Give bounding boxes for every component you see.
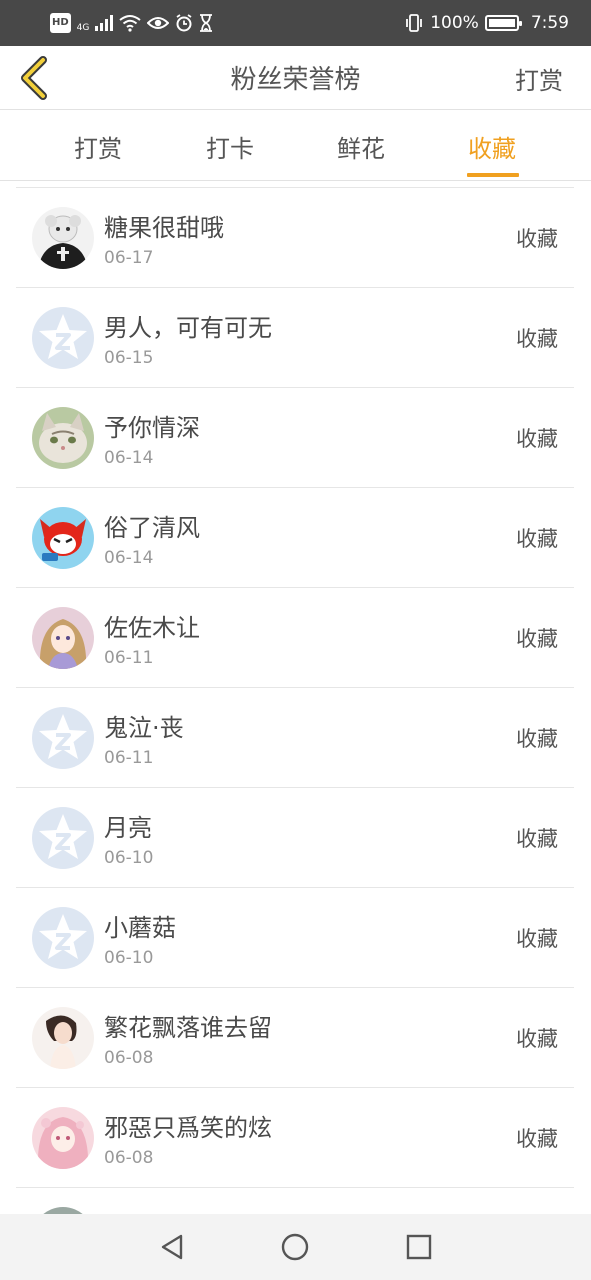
favorite-action-label: 收藏 <box>516 427 558 451</box>
tab-label: 鲜花 <box>337 134 385 163</box>
list-item[interactable]: 俗了清风 06-14 收藏 <box>16 488 574 588</box>
fan-name: 月亮 <box>104 814 152 842</box>
circle-home-icon <box>282 1233 309 1261</box>
favorite-action-label: 收藏 <box>516 727 558 751</box>
back-button[interactable] <box>14 54 54 102</box>
reward-button[interactable]: 打赏 <box>515 46 563 110</box>
default-avatar[interactable] <box>32 907 94 969</box>
favorite-action-label: 收藏 <box>516 627 558 651</box>
list-item[interactable]: 男人，可有可无 06-15 收藏 <box>16 288 574 388</box>
fan-name: 繁花飘落谁去留 <box>104 1014 272 1042</box>
default-avatar[interactable] <box>32 807 94 869</box>
tab-label: 打卡 <box>206 134 254 163</box>
battery-icon <box>484 15 522 31</box>
eye-comfort-icon <box>147 13 170 33</box>
avatar[interactable] <box>32 607 94 669</box>
network-type-label: 4G <box>76 22 90 33</box>
status-bar: HD 4G 100% 7:59 <box>0 0 591 46</box>
fans-list[interactable]: 糖果很甜哦 06-17 收藏 男人，可有可无 06-15 收藏 予你情深 06-… <box>16 187 574 1214</box>
battery-percent: 100% <box>430 13 479 33</box>
fan-date: 06-17 <box>104 248 154 268</box>
avatar[interactable] <box>32 207 94 269</box>
wifi-icon <box>119 13 141 33</box>
list-item[interactable]: 邪惡只爲笑的炫 06-08 收藏 <box>16 1088 574 1188</box>
tab-flowers[interactable]: 鲜花 <box>301 111 421 181</box>
favorite-action-label: 收藏 <box>516 227 558 251</box>
battery-fill <box>488 19 515 27</box>
triangle-back-icon <box>161 1234 183 1260</box>
tab-favorites[interactable]: 收藏 <box>432 111 552 181</box>
active-tab-indicator <box>467 173 519 177</box>
fan-date: 06-10 <box>104 948 154 968</box>
fan-name: 邪惡只爲笑的炫 <box>104 1114 272 1142</box>
fan-date: 06-11 <box>104 748 154 768</box>
list-item[interactable]: 月亮 06-10 收藏 <box>16 788 574 888</box>
fan-name: 佐佐木让 <box>104 614 200 642</box>
nav-back-button[interactable] <box>152 1227 192 1267</box>
fan-name: 鬼泣·丧 <box>104 714 184 742</box>
favorite-action-label: 收藏 <box>516 1127 558 1151</box>
fan-date: 06-14 <box>104 448 154 468</box>
tab-reward[interactable]: 打赏 <box>38 111 158 181</box>
list-item[interactable]: 佐佐木让 06-11 收藏 <box>16 588 574 688</box>
fan-name: 俗了清风 <box>104 514 200 542</box>
list-item[interactable]: 糖果很甜哦 06-17 收藏 <box>16 188 574 288</box>
tab-checkin[interactable]: 打卡 <box>170 111 290 181</box>
hd-badge: HD <box>50 13 71 33</box>
list-item[interactable]: 小蘑菇 06-10 收藏 <box>16 888 574 988</box>
favorite-action-label: 收藏 <box>516 327 558 351</box>
status-bar-left: HD 4G <box>50 8 213 38</box>
favorite-action-label: 收藏 <box>516 927 558 951</box>
system-nav-bar <box>0 1214 591 1280</box>
fan-date: 06-15 <box>104 348 154 368</box>
fan-date: 06-10 <box>104 848 154 868</box>
page-title: 粉丝荣誉榜 <box>230 65 361 95</box>
fan-date: 06-11 <box>104 648 154 668</box>
avatar[interactable] <box>32 1007 94 1069</box>
list-item-partial[interactable] <box>16 1188 574 1214</box>
hourglass-icon <box>199 13 213 33</box>
avatar[interactable] <box>32 507 94 569</box>
signal-icon <box>95 13 114 33</box>
top-header: 粉丝荣誉榜 打赏 <box>0 46 591 110</box>
nav-home-button[interactable] <box>275 1227 315 1267</box>
fan-date: 06-08 <box>104 1048 154 1068</box>
favorite-action-label: 收藏 <box>516 527 558 551</box>
favorite-action-label: 收藏 <box>516 827 558 851</box>
vibrate-icon <box>404 13 424 33</box>
avatar[interactable] <box>32 407 94 469</box>
favorite-action-label: 收藏 <box>516 1027 558 1051</box>
avatar[interactable] <box>32 1207 94 1214</box>
list-item[interactable]: 繁花飘落谁去留 06-08 收藏 <box>16 988 574 1088</box>
fan-date: 06-08 <box>104 1148 154 1168</box>
default-avatar[interactable] <box>32 707 94 769</box>
fan-name: 小蘑菇 <box>104 914 176 942</box>
alarm-icon <box>175 13 193 33</box>
tab-label: 打赏 <box>74 134 122 163</box>
chevron-left-icon <box>21 56 47 100</box>
fan-name: 予你情深 <box>104 414 200 442</box>
list-item[interactable]: 鬼泣·丧 06-11 收藏 <box>16 688 574 788</box>
tab-label: 收藏 <box>468 134 516 163</box>
status-bar-right: 100% 7:59 <box>404 13 569 33</box>
clock-time: 7:59 <box>530 13 569 33</box>
fan-name: 男人，可有可无 <box>104 314 272 342</box>
avatar[interactable] <box>32 1107 94 1169</box>
tab-bar: 打赏 打卡 鲜花 收藏 <box>0 111 591 181</box>
list-item[interactable]: 予你情深 06-14 收藏 <box>16 388 574 488</box>
fan-name: 糖果很甜哦 <box>104 214 224 242</box>
default-avatar[interactable] <box>32 307 94 369</box>
nav-recents-button[interactable] <box>399 1227 439 1267</box>
fan-date: 06-14 <box>104 548 154 568</box>
square-recents-icon <box>406 1234 432 1260</box>
